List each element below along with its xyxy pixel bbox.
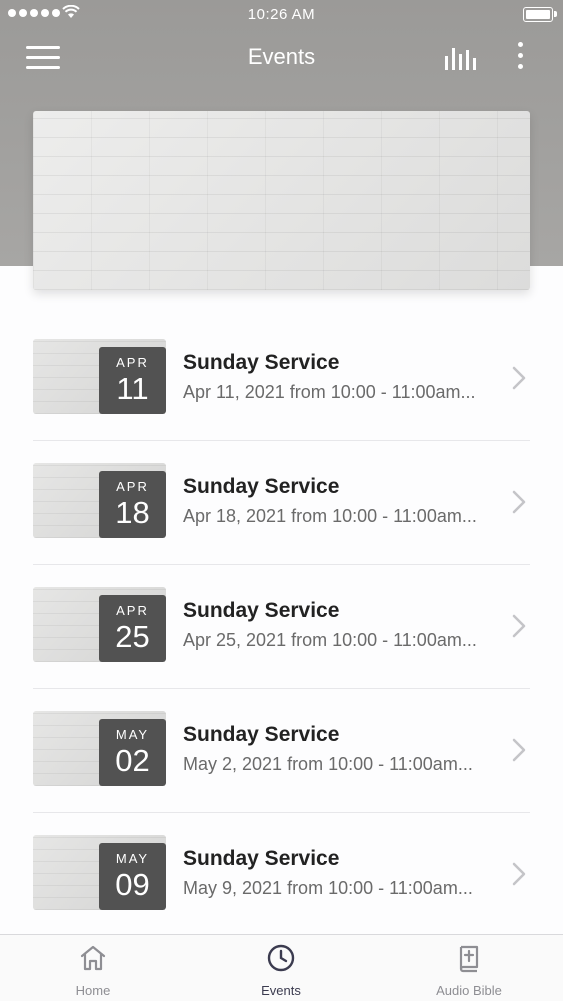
badge-day: 02: [115, 743, 150, 778]
event-row[interactable]: APR 25 Sunday Service Apr 25, 2021 from …: [33, 564, 530, 689]
tab-label: Events: [261, 983, 301, 998]
home-icon: [80, 945, 106, 971]
more-vertical-icon[interactable]: [510, 42, 530, 74]
battery-icon: [523, 7, 557, 22]
event-thumbnail: APR 11: [33, 339, 166, 414]
date-badge: APR 18: [99, 471, 166, 538]
status-time: 10:26 AM: [247, 6, 316, 23]
event-title: Sunday Service: [183, 475, 340, 498]
navigation-bar: Events: [0, 30, 563, 86]
event-row[interactable]: MAY 09 Sunday Service May 9, 2021 from 1…: [33, 812, 530, 936]
event-datetime: Apr 11, 2021 from 10:00 - 11:00am...: [183, 382, 476, 402]
date-badge: APR 11: [99, 347, 166, 414]
event-row[interactable]: APR 11 Sunday Service Apr 11, 2021 from …: [33, 316, 530, 441]
hero-image: [33, 111, 530, 290]
chevron-right-icon: [512, 738, 526, 762]
date-badge: MAY 02: [99, 719, 166, 786]
badge-day: 18: [115, 495, 150, 530]
tab-audio-bible[interactable]: Audio Bible: [399, 935, 539, 1001]
chevron-right-icon: [512, 366, 526, 390]
chevron-right-icon: [512, 614, 526, 638]
tab-events[interactable]: Events: [211, 935, 351, 1001]
badge-day: 11: [116, 371, 149, 406]
event-datetime: Apr 25, 2021 from 10:00 - 11:00am...: [183, 630, 477, 650]
event-title: Sunday Service: [183, 723, 340, 746]
badge-month: APR: [116, 603, 149, 618]
status-bar: 10:26 AM: [0, 0, 563, 30]
badge-month: APR: [116, 355, 149, 370]
date-badge: MAY 09: [99, 843, 166, 910]
chevron-right-icon: [512, 862, 526, 886]
badge-day: 25: [115, 619, 150, 654]
tab-bar: Home Events Audio Bible: [0, 934, 563, 1001]
badge-month: MAY: [115, 727, 150, 742]
tab-label: Home: [75, 983, 111, 998]
tab-label: Audio Bible: [436, 983, 502, 998]
badge-day: 09: [115, 867, 150, 902]
event-datetime: May 2, 2021 from 10:00 - 11:00am...: [183, 754, 473, 774]
event-thumbnail: APR 18: [33, 463, 166, 538]
event-datetime: May 9, 2021 from 10:00 - 11:00am...: [183, 878, 473, 898]
chevron-right-icon: [512, 490, 526, 514]
tab-home[interactable]: Home: [23, 935, 163, 1001]
badge-month: APR: [116, 479, 149, 494]
page-title: Events: [247, 44, 316, 69]
event-title: Sunday Service: [183, 599, 340, 622]
event-row[interactable]: APR 18 Sunday Service Apr 18, 2021 from …: [33, 440, 530, 565]
bible-icon: [459, 945, 479, 973]
event-thumbnail: APR 25: [33, 587, 166, 662]
event-datetime: Apr 18, 2021 from 10:00 - 11:00am...: [183, 506, 477, 526]
event-thumbnail: MAY 09: [33, 835, 166, 910]
date-badge: APR 25: [99, 595, 166, 662]
clock-icon: [267, 944, 295, 972]
badge-month: MAY: [115, 851, 150, 866]
event-thumbnail: MAY 02: [33, 711, 166, 786]
event-title: Sunday Service: [183, 847, 340, 870]
event-title: Sunday Service: [183, 351, 340, 374]
event-row[interactable]: MAY 02 Sunday Service May 2, 2021 from 1…: [33, 688, 530, 813]
bar-chart-icon[interactable]: [443, 44, 477, 72]
